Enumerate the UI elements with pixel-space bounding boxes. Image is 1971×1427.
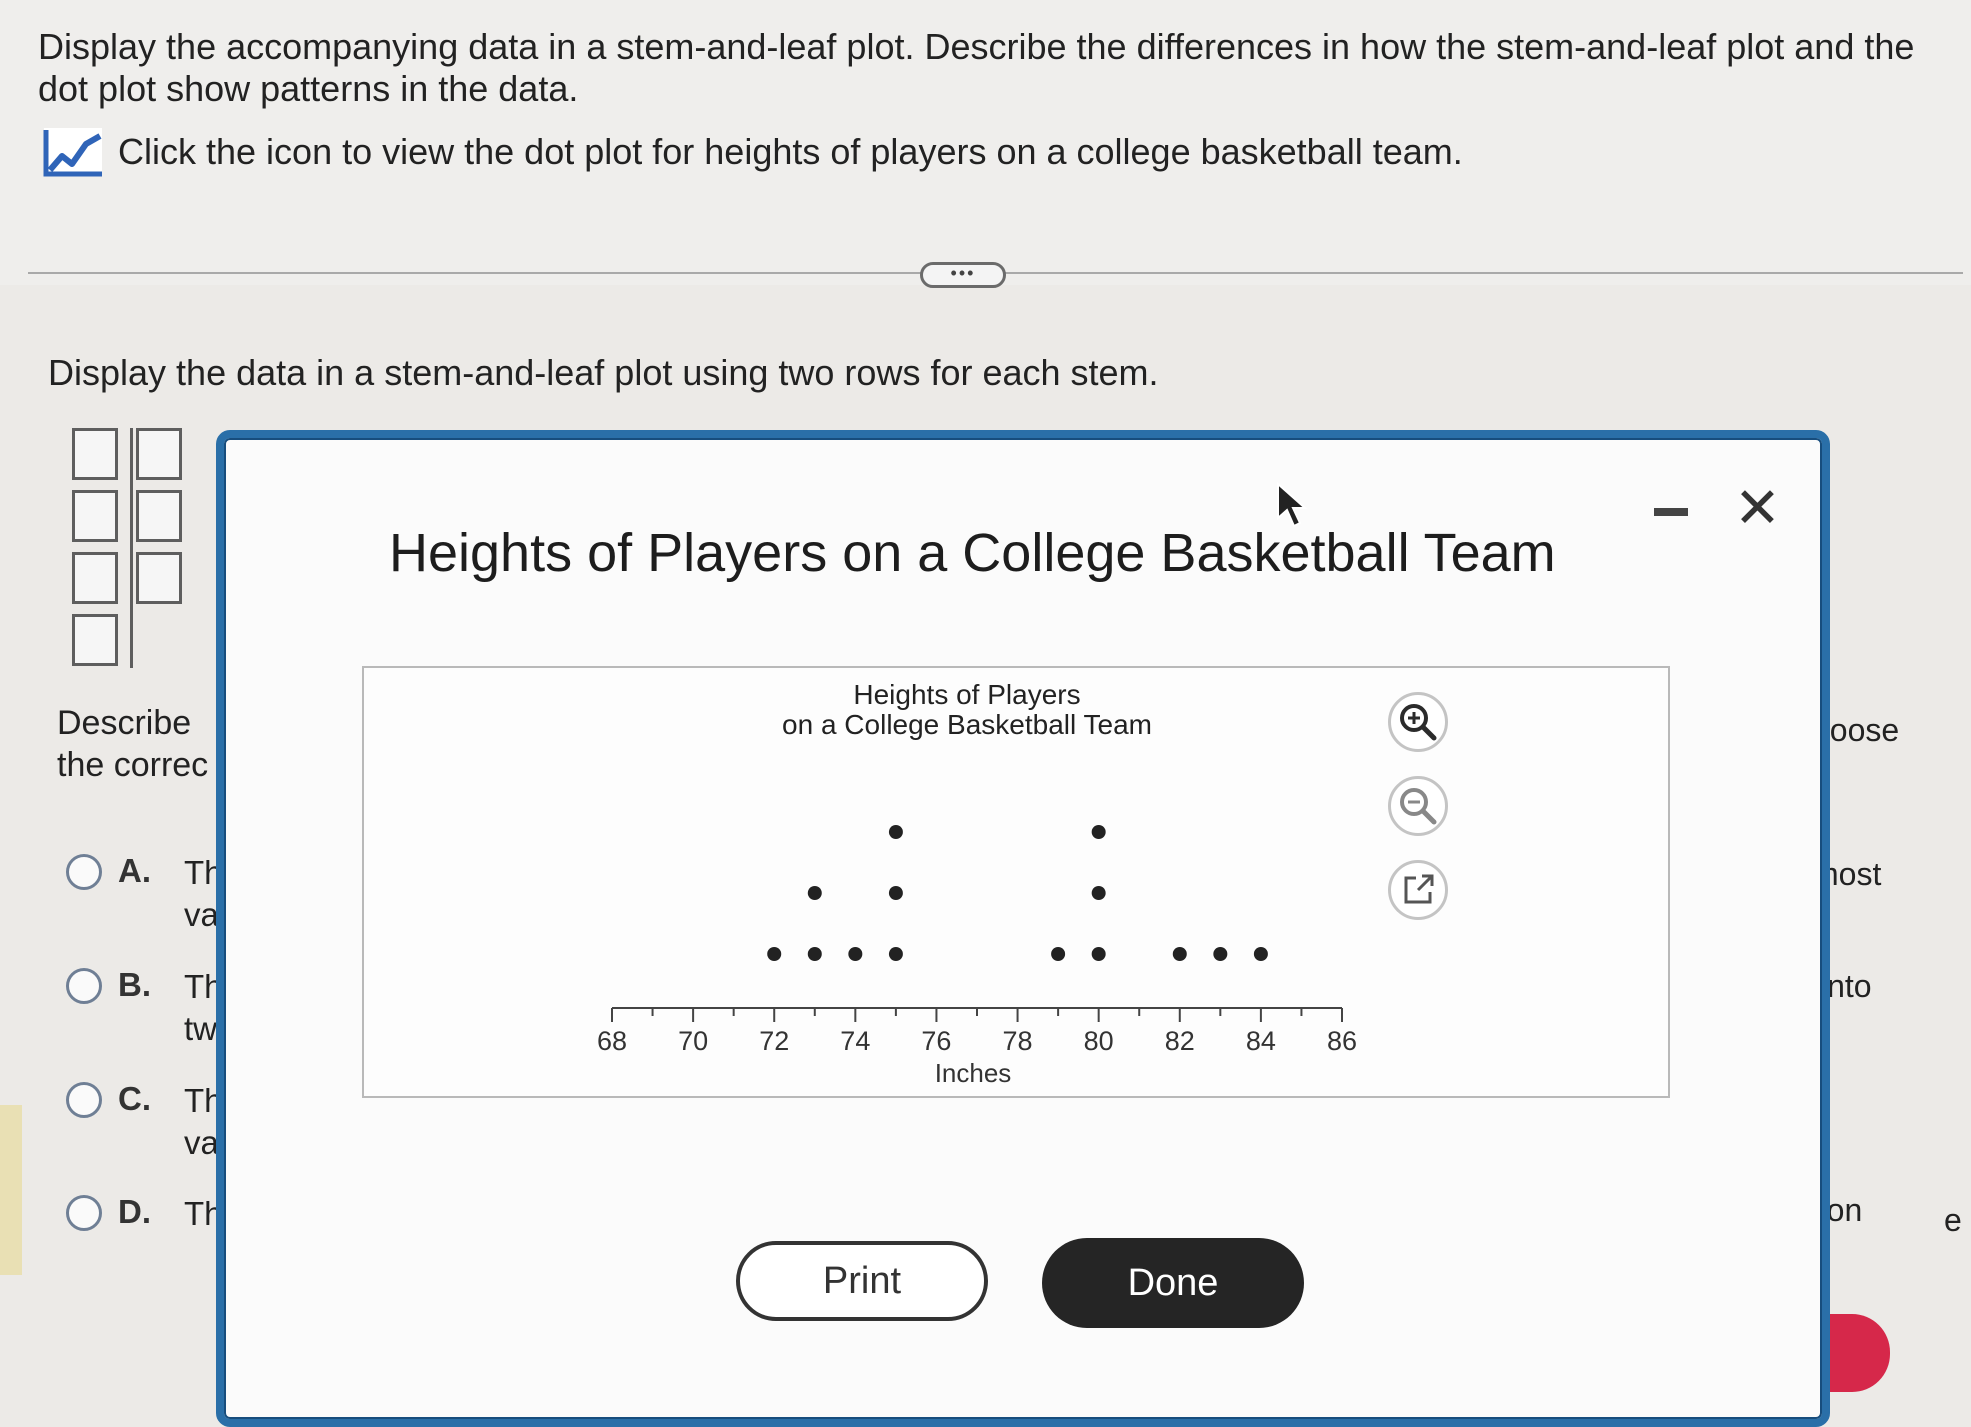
x-tick-label: 68	[597, 1026, 627, 1056]
close-icon[interactable]: ✕	[1734, 480, 1781, 536]
cursor-icon	[1277, 482, 1308, 528]
minimize-icon[interactable]	[1654, 508, 1688, 516]
data-dot	[1091, 825, 1106, 839]
leaf-input[interactable]	[136, 428, 182, 480]
chart-link-text[interactable]: Click the icon to view the dot plot for …	[118, 131, 1463, 173]
open-external-button[interactable]	[1388, 860, 1448, 920]
radio-button[interactable]	[66, 968, 102, 1004]
x-tick-label: 76	[921, 1026, 951, 1056]
side-highlight	[0, 1105, 22, 1275]
stem-input[interactable]	[72, 490, 118, 542]
data-dot	[1213, 947, 1228, 961]
data-dot	[807, 947, 822, 961]
done-button[interactable]: Done	[1042, 1238, 1304, 1328]
modal-title: Heights of Players on a College Basketba…	[389, 523, 1556, 583]
x-tick-label: 84	[1246, 1026, 1276, 1056]
data-dot	[1091, 947, 1106, 961]
data-dot	[888, 825, 903, 839]
x-tick-label: 86	[1327, 1026, 1357, 1056]
stem-input[interactable]	[72, 428, 118, 480]
data-dot	[1253, 947, 1268, 961]
data-dot	[767, 947, 782, 961]
x-axis-label: Inches	[935, 1058, 1012, 1088]
x-tick-label: 72	[759, 1026, 789, 1056]
x-tick-label: 80	[1084, 1026, 1114, 1056]
stem-leaf-divider	[130, 428, 133, 668]
data-dot	[888, 886, 903, 900]
stem-leaf-instruction: Display the data in a stem-and-leaf plot…	[48, 352, 1159, 393]
zoom-in-button[interactable]	[1388, 692, 1448, 752]
data-dot	[888, 947, 903, 961]
dot-plot-modal: Heights of Players on a College Basketba…	[216, 430, 1830, 1427]
describe-prompt: Describe the correc	[57, 704, 209, 784]
option-b[interactable]: B. Th tw	[66, 966, 223, 1050]
x-tick-label: 82	[1165, 1026, 1195, 1056]
line-chart-icon[interactable]	[42, 126, 104, 178]
data-dot	[1172, 947, 1187, 961]
zoom-out-icon[interactable]	[1396, 784, 1440, 828]
x-tick-label: 78	[1003, 1026, 1033, 1056]
x-tick-label: 70	[678, 1026, 708, 1056]
print-button[interactable]: Print	[736, 1241, 988, 1321]
instruction-text: Display the accompanying data in a stem-…	[38, 26, 1915, 109]
leaf-input[interactable]	[136, 552, 182, 604]
obscured-text-fragment: e	[1944, 1202, 1962, 1238]
stem-input[interactable]	[72, 552, 118, 604]
external-link-icon[interactable]	[1398, 870, 1438, 910]
dot-plot-chart: Heights of Playerson a College Basketbal…	[597, 679, 1357, 1088]
option-c[interactable]: C. Th va	[66, 1080, 223, 1164]
view-dot-plot-link[interactable]: Click the icon to view the dot plot for …	[42, 126, 1463, 178]
expand-more-button[interactable]: •••	[920, 262, 1006, 288]
chart-title-line2: on a College Basketball Team	[782, 709, 1152, 740]
option-d[interactable]: D. Th	[66, 1193, 223, 1235]
zoom-in-icon[interactable]	[1396, 700, 1440, 744]
radio-button[interactable]	[66, 854, 102, 890]
data-dot	[1051, 947, 1066, 961]
leaf-input[interactable]	[136, 490, 182, 542]
dot-plot-frame: Heights of Players on a College Basketbal…	[362, 666, 1670, 1098]
option-a[interactable]: A. Th va	[66, 852, 223, 936]
radio-button[interactable]	[66, 1082, 102, 1118]
stem-input[interactable]	[72, 614, 118, 666]
data-dot	[1091, 886, 1106, 900]
zoom-out-button[interactable]	[1388, 776, 1448, 836]
radio-button[interactable]	[66, 1195, 102, 1231]
data-dot	[848, 947, 863, 961]
x-tick-label: 74	[840, 1026, 870, 1056]
chart-title-line1: Heights of Players	[853, 679, 1080, 710]
data-dot	[807, 886, 822, 900]
